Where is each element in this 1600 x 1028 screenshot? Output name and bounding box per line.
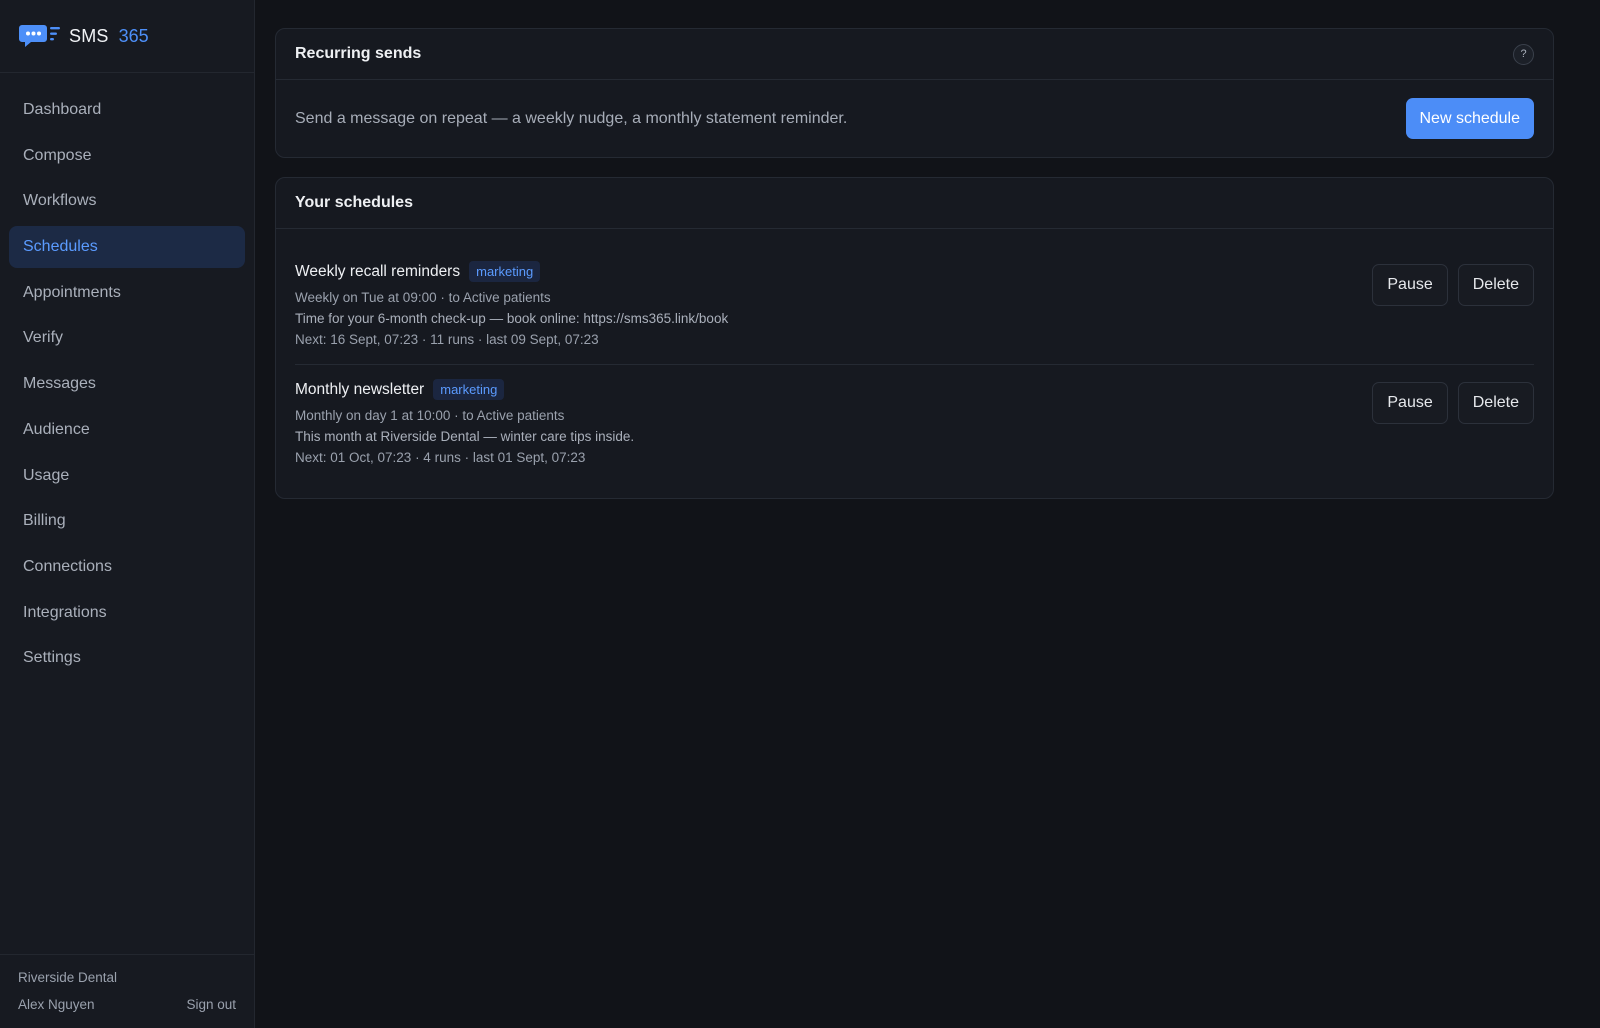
schedule-item: Monthly newsletter marketing Monthly on … xyxy=(295,364,1534,482)
card-title: Recurring sends xyxy=(295,45,422,62)
schedule-tag: marketing xyxy=(433,379,505,400)
sidebar-item-dashboard[interactable]: Dashboard xyxy=(9,89,245,131)
schedule-message: Time for your 6-month check-up — book on… xyxy=(295,311,729,326)
sidebar: SMS 365 Dashboard Compose Workflows Sche… xyxy=(0,0,255,1028)
sidebar-item-label: Billing xyxy=(23,512,66,530)
sidebar-item-appointments[interactable]: Appointments xyxy=(9,272,245,314)
sidebar-item-verify[interactable]: Verify xyxy=(9,317,245,359)
schedule-list: Weekly recall reminders marketing Weekly… xyxy=(276,229,1553,498)
sidebar-item-compose[interactable]: Compose xyxy=(9,135,245,177)
schedule-next-run: Next: 01 Oct, 07:23 · 4 runs · last 01 S… xyxy=(295,450,586,465)
card-title: Your schedules xyxy=(295,194,413,211)
recurring-sends-header: Recurring sends ? xyxy=(276,29,1553,80)
sidebar-item-label: Settings xyxy=(23,649,81,667)
sidebar-item-settings[interactable]: Settings xyxy=(9,637,245,679)
sidebar-item-label: Messages xyxy=(23,375,96,393)
schedule-item: Weekly recall reminders marketing Weekly… xyxy=(295,243,1534,364)
sidebar-nav: Dashboard Compose Workflows Schedules Ap… xyxy=(0,73,254,954)
sidebar-item-billing[interactable]: Billing xyxy=(9,500,245,542)
sidebar-item-schedules[interactable]: Schedules xyxy=(9,226,245,269)
delete-button[interactable]: Delete xyxy=(1457,264,1534,306)
sidebar-item-label: Dashboard xyxy=(23,101,102,118)
chat-bubble-logo-icon xyxy=(19,25,60,47)
sidebar-item-label: Usage xyxy=(23,466,70,484)
new-schedule-button[interactable]: New schedule xyxy=(1405,98,1534,139)
brand-name: SMS xyxy=(69,25,109,46)
schedule-cadence: Monthly on day 1 at 10:00 · to Active pa… xyxy=(295,408,565,423)
schedules-header: Your schedules xyxy=(276,178,1553,229)
sidebar-footer: Riverside Dental Alex Nguyen Sign out xyxy=(0,954,254,1028)
recurring-description: Send a message on repeat — a weekly nudg… xyxy=(295,109,848,127)
pause-button[interactable]: Pause xyxy=(1372,382,1448,424)
schedules-card: Your schedules Weekly recall reminders m… xyxy=(275,177,1554,499)
sidebar-item-connections[interactable]: Connections xyxy=(9,546,245,588)
schedule-name: Weekly recall reminders xyxy=(295,262,461,280)
sidebar-item-usage[interactable]: Usage xyxy=(9,455,245,497)
sidebar-item-messages[interactable]: Messages xyxy=(9,363,245,405)
sidebar-item-label: Integrations xyxy=(23,603,107,621)
schedule-message: This month at Riverside Dental — winter … xyxy=(295,429,635,444)
org-name: Riverside Dental xyxy=(18,970,118,985)
sidebar-item-label: Connections xyxy=(23,557,112,575)
delete-button[interactable]: Delete xyxy=(1457,382,1534,424)
pause-button[interactable]: Pause xyxy=(1372,264,1448,306)
brand[interactable]: SMS 365 xyxy=(0,0,254,73)
sidebar-item-label: Schedules xyxy=(23,238,98,256)
sign-out-link[interactable]: Sign out xyxy=(186,997,236,1012)
sidebar-item-label: Appointments xyxy=(23,283,121,301)
help-icon[interactable]: ? xyxy=(1513,43,1534,65)
sidebar-item-workflows[interactable]: Workflows xyxy=(9,180,245,222)
sidebar-item-integrations[interactable]: Integrations xyxy=(9,592,245,634)
sidebar-item-audience[interactable]: Audience xyxy=(9,409,245,451)
schedule-next-run: Next: 16 Sept, 07:23 · 11 runs · last 09… xyxy=(295,332,599,347)
schedule-cadence: Weekly on Tue at 09:00 · to Active patie… xyxy=(295,290,551,305)
sidebar-item-label: Workflows xyxy=(23,192,97,210)
schedule-tag: marketing xyxy=(469,261,541,282)
recurring-sends-card: Recurring sends ? Send a message on repe… xyxy=(275,28,1554,158)
sidebar-item-label: Verify xyxy=(23,329,64,347)
sidebar-item-label: Compose xyxy=(23,146,92,164)
user-name: Alex Nguyen xyxy=(18,997,95,1012)
schedule-name: Monthly newsletter xyxy=(295,380,425,398)
brand-number: 365 xyxy=(118,25,149,46)
main-content: Recurring sends ? Send a message on repe… xyxy=(255,0,1600,1028)
sidebar-item-label: Audience xyxy=(23,420,90,438)
